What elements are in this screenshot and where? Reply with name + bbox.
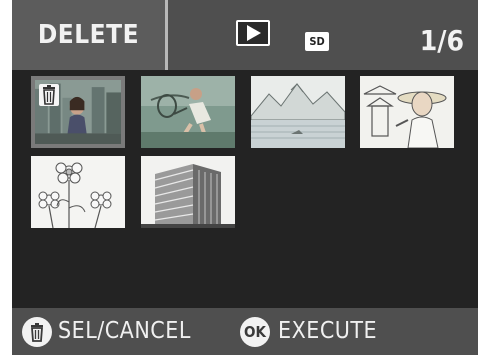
top-bar: DELETE SD 1/6 — [12, 0, 478, 70]
thumbnail-woman-with-hat[interactable] — [360, 76, 454, 148]
lcd-display: DELETE SD 1/6 SEL/CANCEL OK EXECUTE — [12, 0, 478, 355]
thumbnail-flowers[interactable] — [31, 156, 125, 228]
play-icon — [236, 20, 270, 46]
camera-screen: DELETE SD 1/6 SEL/CANCEL OK EXECUTE — [0, 0, 486, 361]
thumbnail-tennis-player[interactable] — [141, 76, 235, 148]
delete-mode-title: DELETE — [12, 0, 168, 70]
frame-counter: 1/6 — [419, 24, 464, 57]
execute-label: EXECUTE — [278, 318, 378, 344]
thumbnail-office-building[interactable] — [141, 156, 235, 228]
sd-card-icon: SD — [305, 32, 329, 51]
thumbnail-woman-in-city[interactable] — [31, 76, 125, 148]
thumbnail-mountain-lake[interactable] — [251, 76, 345, 148]
trash-icon — [22, 317, 52, 347]
sel-cancel-label: SEL/CANCEL — [58, 318, 191, 344]
trash-icon — [39, 84, 59, 106]
bottom-bar: SEL/CANCEL OK EXECUTE — [12, 308, 478, 355]
ok-button-icon: OK — [240, 317, 270, 347]
